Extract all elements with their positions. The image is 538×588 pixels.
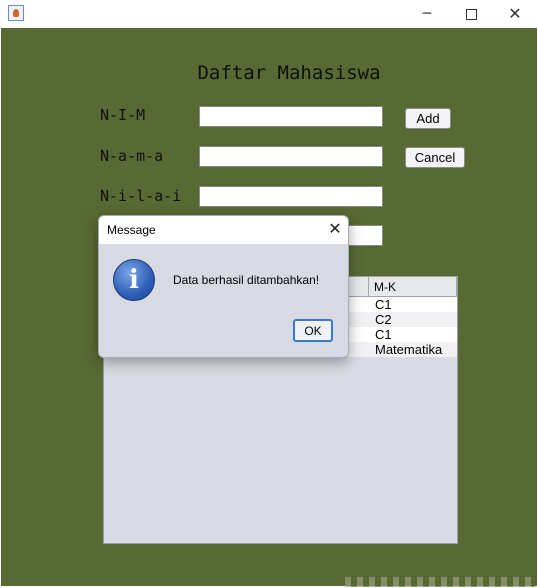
- dialog-close-icon[interactable]: ✕: [325, 219, 345, 239]
- nim-input[interactable]: [199, 106, 383, 127]
- dialog-titlebar: Message ✕: [99, 216, 348, 244]
- nilai-label: N-i-l-a-i: [100, 187, 182, 205]
- ok-button[interactable]: OK: [293, 319, 333, 342]
- dialog-title: Message: [107, 223, 156, 237]
- nilai-input[interactable]: [199, 186, 383, 207]
- maximize-square: [465, 8, 477, 20]
- maximize-icon[interactable]: [456, 4, 486, 24]
- minimize-icon[interactable]: ─: [412, 4, 442, 24]
- bottom-edge-artifact: [345, 577, 535, 587]
- add-button[interactable]: Add: [405, 108, 451, 129]
- message-dialog: Message ✕ i Data berhasil ditambahkan! O…: [98, 215, 349, 358]
- java-app-icon: [8, 5, 24, 21]
- window-titlebar: ─ ✕: [0, 0, 538, 28]
- page-title: Daftar Mahasiswa: [197, 62, 381, 84]
- window-close-icon[interactable]: ✕: [500, 4, 530, 24]
- dialog-message: Data berhasil ditambahkan!: [173, 273, 320, 287]
- nim-label: N-I-M: [100, 106, 146, 124]
- info-icon: i: [113, 259, 155, 301]
- table-header-mk[interactable]: M-K: [369, 277, 457, 297]
- nama-label: N-a-m-a: [100, 147, 164, 165]
- nama-input[interactable]: [199, 146, 383, 167]
- cancel-button[interactable]: Cancel: [405, 147, 465, 168]
